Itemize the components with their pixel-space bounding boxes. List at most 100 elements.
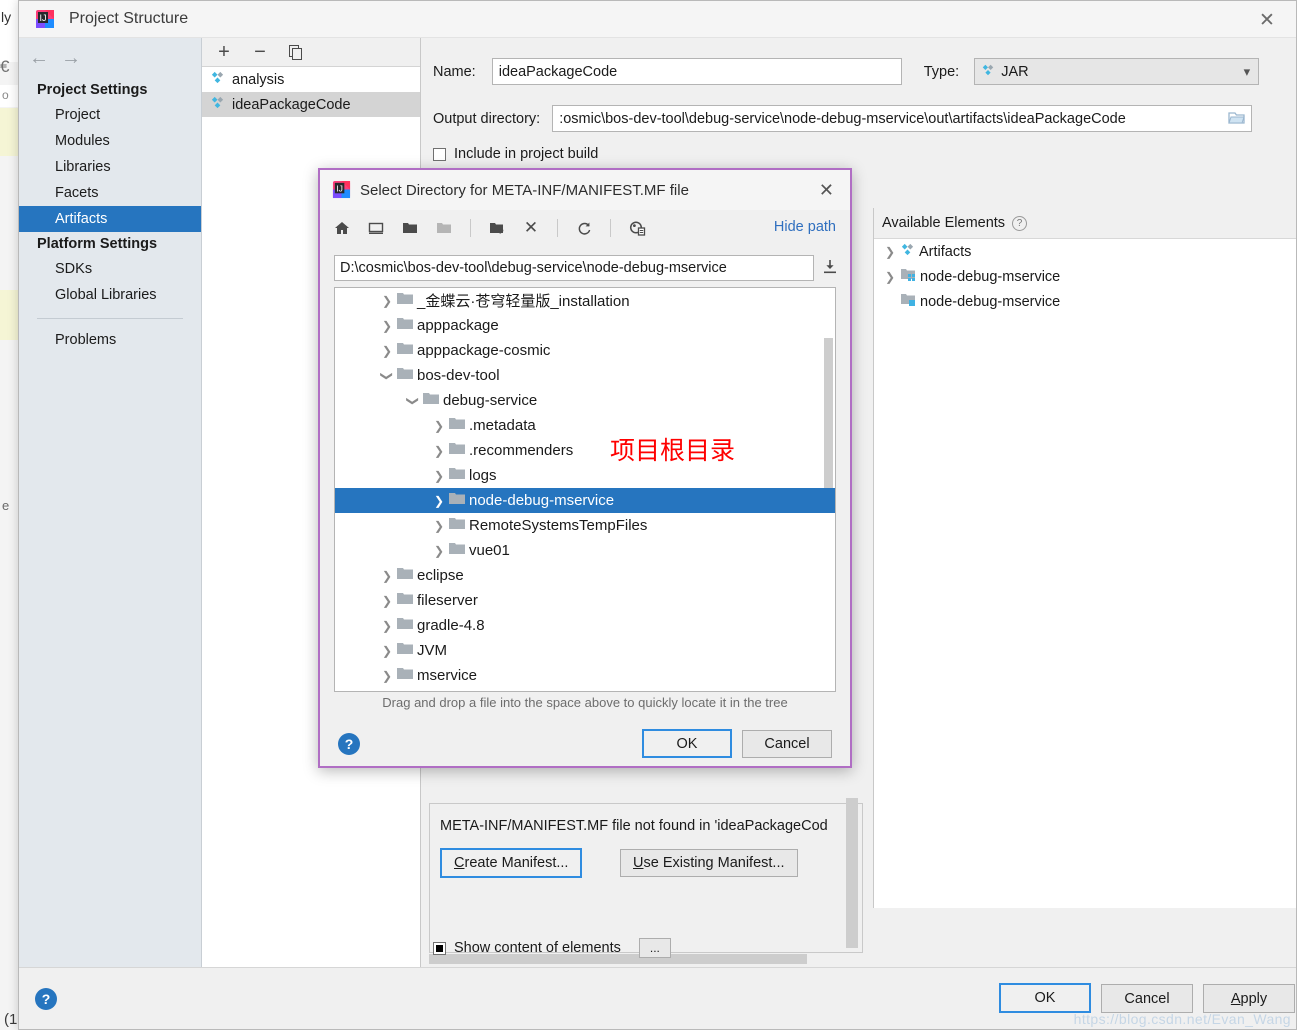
home-icon[interactable] bbox=[332, 218, 352, 238]
tree-row-mservice[interactable]: ❯ mservice bbox=[335, 663, 835, 688]
chevron-down-icon[interactable]: ❯ bbox=[380, 366, 394, 386]
folder-icon bbox=[449, 517, 465, 534]
folder-open-icon[interactable] bbox=[1228, 110, 1246, 130]
tree-row-label: _金蝶云·苍穹轻量版_installation bbox=[417, 293, 630, 310]
type-combobox[interactable]: JAR ▾ bbox=[974, 58, 1260, 85]
tree-row-logs[interactable]: ❯ logs bbox=[335, 463, 835, 488]
include-in-build-checkbox[interactable] bbox=[433, 147, 446, 161]
name-input[interactable]: ideaPackageCode bbox=[491, 58, 902, 85]
type-label: Type: bbox=[923, 63, 960, 80]
available-row-module-2[interactable]: node-debug-mservice bbox=[874, 289, 1296, 314]
show-hidden-icon[interactable] bbox=[627, 218, 647, 238]
chevron-right-icon[interactable]: ❯ bbox=[429, 444, 449, 458]
chevron-right-icon[interactable]: ❯ bbox=[377, 619, 397, 633]
chevron-right-icon[interactable]: ❯ bbox=[429, 469, 449, 483]
manifest-panel-spacer bbox=[429, 808, 863, 948]
tree-row-label: logs bbox=[469, 467, 497, 484]
remove-artifact-button[interactable]: − bbox=[250, 41, 270, 63]
show-content-options-button[interactable]: ... bbox=[638, 938, 671, 958]
folder-icon bbox=[397, 342, 413, 359]
toolbar-separator bbox=[470, 219, 471, 237]
tree-row-gradle[interactable]: ❯ gradle-4.8 bbox=[335, 613, 835, 638]
folder-icon bbox=[449, 467, 465, 484]
question-mark-icon[interactable]: ? bbox=[338, 733, 360, 755]
module-output-icon bbox=[900, 292, 916, 311]
close-icon[interactable]: ✕ bbox=[1252, 7, 1282, 33]
copy-icon[interactable] bbox=[286, 42, 306, 62]
tree-row-node-debug-mservice[interactable]: ❯ node-debug-mservice bbox=[335, 488, 835, 513]
refresh-icon[interactable] bbox=[574, 218, 594, 238]
tree-row-label: gradle-4.8 bbox=[417, 617, 485, 634]
available-row-module-1[interactable]: ❯ node-debug-mservice bbox=[874, 264, 1296, 289]
folder-icon bbox=[449, 492, 465, 509]
tree-row-eclipse[interactable]: ❯ eclipse bbox=[335, 563, 835, 588]
dialog-toolbar: ✕ Hide path bbox=[320, 210, 850, 246]
show-content-checkbox[interactable] bbox=[433, 941, 446, 955]
add-artifact-button[interactable]: + bbox=[214, 41, 234, 63]
chevron-right-icon[interactable]: ❯ bbox=[377, 319, 397, 333]
hide-path-link[interactable]: Hide path bbox=[774, 219, 836, 235]
dialog-ok-button[interactable]: OK bbox=[642, 729, 732, 758]
sidebar-item-libraries[interactable]: Libraries bbox=[19, 154, 201, 180]
sidebar-item-problems[interactable]: Problems bbox=[19, 327, 201, 353]
sidebar-item-artifacts[interactable]: Artifacts bbox=[19, 206, 201, 232]
desktop-icon[interactable] bbox=[366, 218, 386, 238]
sidebar-item-project[interactable]: Project bbox=[19, 102, 201, 128]
output-directory-label: Output directory: bbox=[433, 110, 541, 127]
manifest-vertical-scrollbar[interactable] bbox=[846, 798, 858, 948]
tree-row-bos-dev-tool[interactable]: ❯ bos-dev-tool bbox=[335, 363, 835, 388]
cancel-button[interactable]: Cancel bbox=[1101, 984, 1193, 1013]
chevron-right-icon[interactable]: ❯ bbox=[377, 294, 397, 308]
available-row-artifacts[interactable]: ❯ Artifacts bbox=[874, 239, 1296, 264]
artifact-row-ideapackagecode[interactable]: ideaPackageCode bbox=[202, 92, 420, 117]
sidebar-item-global-libraries[interactable]: Global Libraries bbox=[19, 282, 201, 308]
chevron-right-icon[interactable]: ❯ bbox=[377, 569, 397, 583]
download-arrow-icon[interactable] bbox=[822, 259, 838, 278]
question-mark-icon[interactable]: ? bbox=[1012, 215, 1028, 231]
arrow-right-icon[interactable]: → bbox=[61, 48, 81, 68]
apply-button[interactable]: Apply bbox=[1203, 984, 1295, 1013]
tree-row-remotesystemstempfiles[interactable]: ❯ RemoteSystemsTempFiles bbox=[335, 513, 835, 538]
question-mark-icon[interactable]: ? bbox=[35, 988, 57, 1010]
chevron-right-icon[interactable]: ❯ bbox=[880, 245, 900, 259]
new-folder-icon[interactable] bbox=[487, 218, 507, 238]
ok-button[interactable]: OK bbox=[999, 983, 1091, 1013]
chevron-right-icon[interactable]: ❯ bbox=[429, 419, 449, 433]
sidebar-item-modules[interactable]: Modules bbox=[19, 128, 201, 154]
tree-row-metadata[interactable]: ❯ .metadata bbox=[335, 413, 835, 438]
chevron-right-icon[interactable]: ❯ bbox=[377, 344, 397, 358]
output-directory-input[interactable]: :osmic\bos-dev-tool\debug-service\node-d… bbox=[552, 105, 1253, 132]
tree-row-jvm[interactable]: ❯ JVM bbox=[335, 638, 835, 663]
directory-tree[interactable]: ❯ _金蝶云·苍穹轻量版_installation ❯ apppackage ❯… bbox=[334, 287, 836, 692]
tree-row-fileserver[interactable]: ❯ fileserver bbox=[335, 588, 835, 613]
tree-scrollbar[interactable] bbox=[824, 338, 833, 488]
tree-row-vue01[interactable]: ❯ vue01 bbox=[335, 538, 835, 563]
tree-row-recommenders[interactable]: ❯ .recommenders bbox=[335, 438, 835, 463]
project-folder-icon[interactable] bbox=[400, 218, 420, 238]
sidebar-item-sdks[interactable]: SDKs bbox=[19, 256, 201, 282]
chevron-right-icon[interactable]: ❯ bbox=[377, 644, 397, 658]
tree-row-debug-service[interactable]: ❯ debug-service bbox=[335, 388, 835, 413]
dialog-cancel-button[interactable]: Cancel bbox=[742, 730, 832, 758]
delete-icon[interactable]: ✕ bbox=[521, 218, 541, 238]
tree-row-apppackage[interactable]: ❯ apppackage bbox=[335, 313, 835, 338]
tree-row-mservice-cosmic[interactable]: ❯ mservice-cosmic bbox=[335, 688, 835, 691]
arrow-left-icon[interactable]: ← bbox=[29, 48, 49, 68]
chevron-right-icon[interactable]: ❯ bbox=[429, 544, 449, 558]
chevron-right-icon[interactable]: ❯ bbox=[880, 270, 900, 284]
folder-icon bbox=[397, 667, 413, 684]
chevron-right-icon[interactable]: ❯ bbox=[377, 669, 397, 683]
chevron-right-icon[interactable]: ❯ bbox=[429, 494, 449, 508]
close-icon[interactable]: ✕ bbox=[819, 180, 834, 201]
include-in-build-row[interactable]: Include in project build bbox=[433, 146, 598, 162]
artifact-icon bbox=[981, 63, 995, 81]
chevron-down-icon[interactable]: ❯ bbox=[406, 391, 420, 411]
path-input[interactable]: D:\cosmic\bos-dev-tool\debug-service\nod… bbox=[334, 255, 814, 281]
chevron-right-icon[interactable]: ❯ bbox=[377, 594, 397, 608]
tree-row-apppackage-cosmic[interactable]: ❯ apppackage-cosmic bbox=[335, 338, 835, 363]
chevron-right-icon[interactable]: ❯ bbox=[429, 519, 449, 533]
sidebar-item-facets[interactable]: Facets bbox=[19, 180, 201, 206]
artifact-row-analysis[interactable]: analysis bbox=[202, 67, 420, 92]
tree-row-kingdee-installation[interactable]: ❯ _金蝶云·苍穹轻量版_installation bbox=[335, 288, 835, 313]
show-content-row[interactable]: Show content of elements ... bbox=[433, 938, 671, 958]
